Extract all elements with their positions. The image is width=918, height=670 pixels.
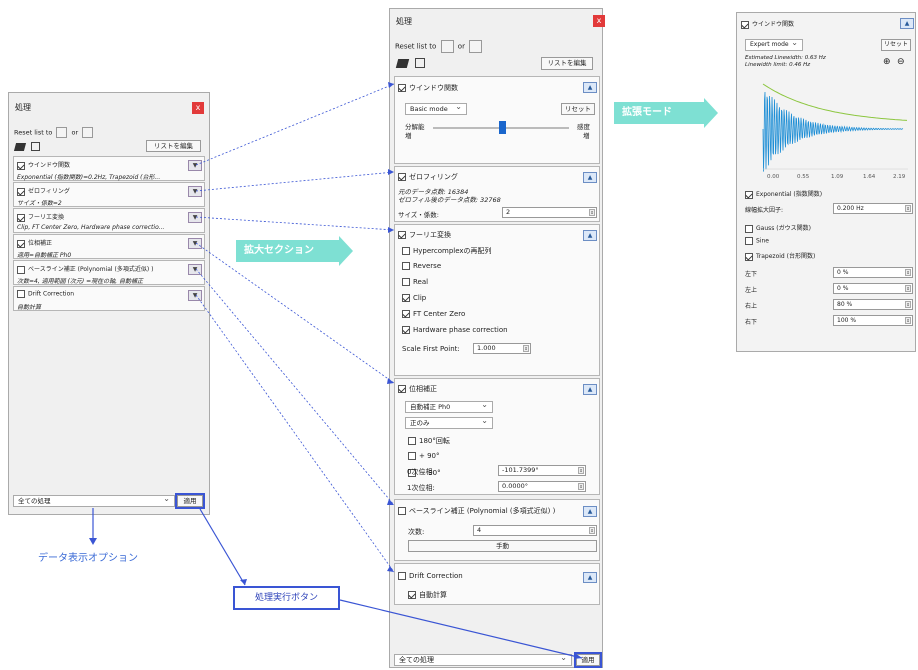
expand-mode-arrow: 拡張モード xyxy=(614,98,718,128)
connector-lines xyxy=(89,82,583,659)
data-display-option-label: データ表示オプション xyxy=(38,553,138,564)
expand-section-arrow: 拡大セクション xyxy=(236,236,353,266)
process-button-callout: 処理実行ボタン xyxy=(233,586,340,610)
